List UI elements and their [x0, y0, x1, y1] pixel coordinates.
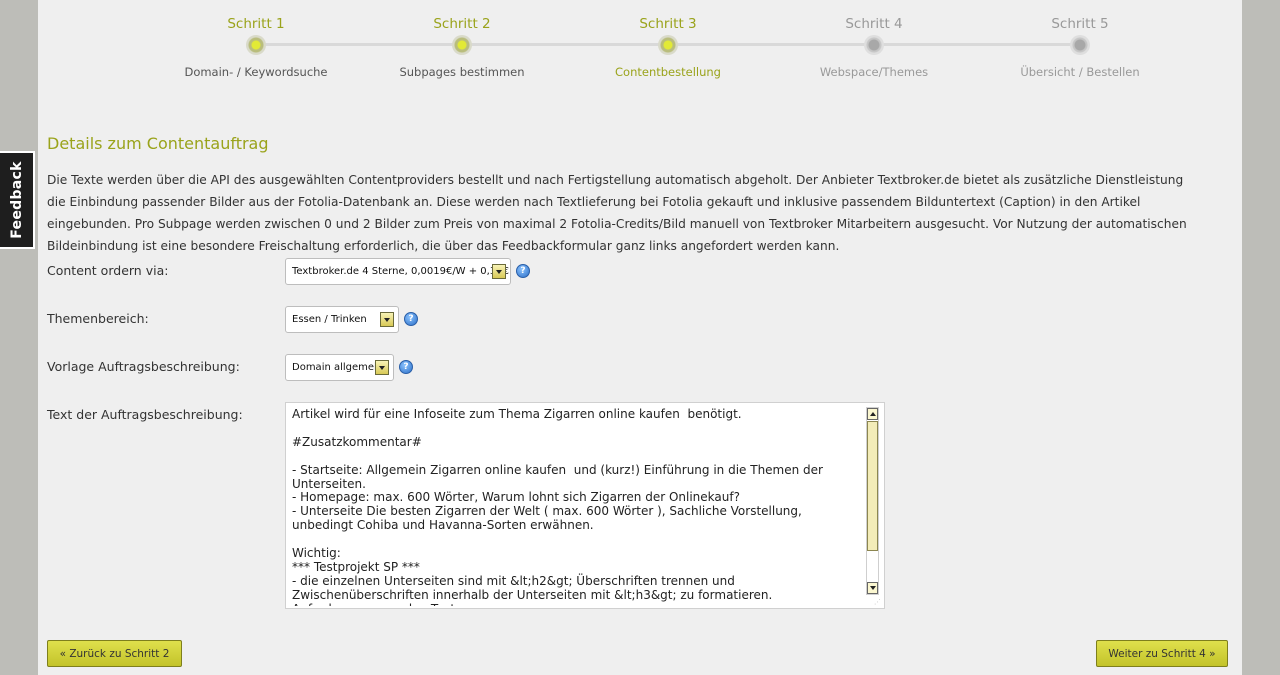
page-container: Schritt 1 Domain- / Keywordsuche Schritt…	[38, 0, 1242, 675]
textarea-scrollbar[interactable]	[866, 407, 879, 595]
content-via-label: Content ordern via:	[47, 263, 169, 278]
step-2-title: Schritt 2	[433, 16, 491, 32]
help-icon[interactable]: ?	[404, 312, 418, 326]
step-4-dot-icon	[864, 35, 884, 55]
progress-stepper: Schritt 1 Domain- / Keywordsuche Schritt…	[38, 0, 1242, 90]
step-3-subtitle: Contentbestellung	[615, 65, 721, 79]
content-via-value: Textbroker.de 4 Sterne, 0,0019€/W + 0,30…	[292, 266, 509, 277]
themenbereich-label: Themenbereich:	[47, 311, 149, 326]
description-textarea[interactable]: Artikel wird für eine Infoseite zum Them…	[285, 402, 885, 609]
vorlage-select[interactable]: Domain allgemein	[285, 354, 394, 381]
step-3-title: Schritt 3	[639, 16, 697, 32]
scroll-thumb[interactable]	[867, 421, 878, 551]
step-5-dot-icon	[1070, 35, 1090, 55]
step-1-title: Schritt 1	[227, 16, 285, 32]
resize-grip-icon[interactable]: ⋰	[874, 598, 882, 606]
step-1-dot-icon	[246, 35, 266, 55]
step-2-dot-icon	[452, 35, 472, 55]
chevron-down-icon	[380, 312, 394, 327]
step-4-subtitle: Webspace/Themes	[819, 65, 929, 79]
themenbereich-value: Essen / Trinken	[292, 314, 367, 325]
chevron-down-icon	[375, 360, 389, 375]
scroll-up-icon[interactable]	[867, 408, 878, 420]
description-text: Artikel wird für eine Infoseite zum Them…	[292, 408, 823, 606]
step-5-subtitle: Übersicht / Bestellen	[1020, 65, 1140, 79]
step-2-subtitle: Subpages bestimmen	[399, 65, 525, 79]
themenbereich-select[interactable]: Essen / Trinken	[285, 306, 399, 333]
back-button[interactable]: « Zurück zu Schritt 2	[47, 640, 182, 667]
section-title: Details zum Contentauftrag	[47, 134, 269, 153]
content-via-select[interactable]: Textbroker.de 4 Sterne, 0,0019€/W + 0,30…	[285, 258, 511, 285]
step-5-title: Schritt 5	[1051, 16, 1109, 32]
vorlage-value: Domain allgemein	[292, 362, 384, 373]
scroll-down-icon[interactable]	[867, 582, 878, 594]
step-1-subtitle: Domain- / Keywordsuche	[184, 65, 328, 79]
chevron-down-icon	[492, 264, 506, 279]
help-icon[interactable]: ?	[516, 264, 530, 278]
step-3-dot-icon	[658, 35, 678, 55]
step-4-title: Schritt 4	[845, 16, 903, 32]
vorlage-label: Vorlage Auftragsbeschreibung:	[47, 359, 240, 374]
feedback-label: Feedback	[8, 161, 25, 239]
text-label: Text der Auftragsbeschreibung:	[47, 407, 243, 422]
feedback-tab[interactable]: Feedback	[0, 151, 35, 249]
help-icon[interactable]: ?	[399, 360, 413, 374]
intro-text: Die Texte werden über die API des ausgew…	[47, 173, 1187, 253]
next-button[interactable]: Weiter zu Schritt 4 »	[1096, 640, 1228, 667]
